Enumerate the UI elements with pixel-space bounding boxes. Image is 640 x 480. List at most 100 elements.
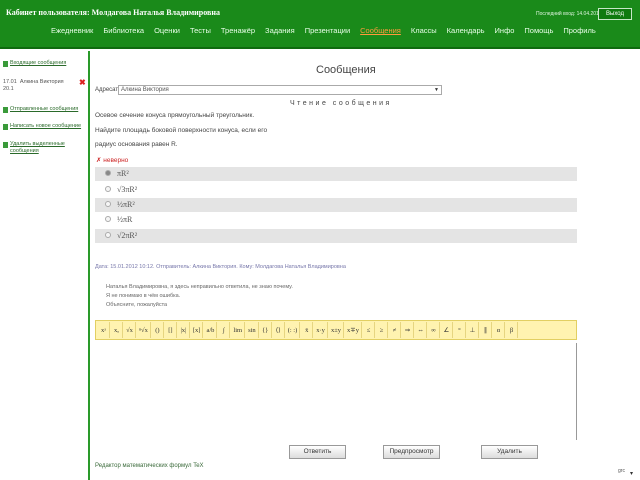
addressee-value: Алкина Виктория xyxy=(121,87,169,93)
sidebar-item-write[interactable]: Написать новое сообщение xyxy=(3,123,81,130)
tb-perp[interactable]: ⊥ xyxy=(467,322,479,338)
corner-label: grc xyxy=(618,468,625,474)
answer-option[interactable]: πR² xyxy=(95,167,577,181)
sidebar-item-label: Входящие сообщения xyxy=(10,60,67,66)
tb-abs[interactable]: |x| xyxy=(178,322,190,338)
nav-library[interactable]: Библиотека xyxy=(98,26,149,38)
radio[interactable] xyxy=(105,186,111,192)
radio-selected[interactable] xyxy=(105,170,111,176)
nav-messages[interactable]: Сообщения xyxy=(355,26,406,38)
tb-limit[interactable]: lim xyxy=(231,322,246,338)
tb-angle-brackets[interactable]: ⟨⟩ xyxy=(273,322,285,338)
option-formula: ½πR² xyxy=(117,200,135,209)
question-line: радиус основания равен R. xyxy=(95,141,178,148)
nav-calendar[interactable]: Календарь xyxy=(442,26,490,38)
nav-help[interactable]: Помощь xyxy=(519,26,558,38)
reply-editor[interactable] xyxy=(95,343,577,440)
sidebar-item-label: Написать новое сообщение xyxy=(10,123,82,129)
option-formula: √2πR² xyxy=(117,231,138,240)
top-header: Кабинет пользователя: Молдагова Наталья … xyxy=(0,0,640,49)
nav-tests[interactable]: Тесты xyxy=(185,26,216,38)
sidebar-item-delete-selected[interactable]: Удалить выделенные сообщения xyxy=(3,141,83,155)
tb-sin[interactable]: sin xyxy=(246,322,259,338)
folder-icon xyxy=(3,107,8,113)
question-line: Найдите площадь боковой поверхности кону… xyxy=(95,127,268,134)
tb-parens[interactable]: () xyxy=(152,322,164,338)
mail-list-item[interactable]: 17.01 Алкина Виктория 20.1 ✖ xyxy=(3,79,87,93)
addressee-label: Адресат xyxy=(95,87,119,93)
tb-dot[interactable]: x·y xyxy=(314,322,328,338)
last-login-info: Последний вход: 14.04.2012 xyxy=(536,11,602,17)
tb-implies[interactable]: ⇒ xyxy=(402,322,414,338)
tb-degree[interactable]: ° xyxy=(454,322,466,338)
folder-icon xyxy=(3,61,8,67)
nav-info[interactable]: Инфо xyxy=(490,26,520,38)
tb-plusminus[interactable]: x±y xyxy=(329,322,345,338)
message-date: Дата: 15.01.2012 10:12. Отправитель: Алк… xyxy=(95,264,346,270)
radio[interactable] xyxy=(105,216,111,222)
tb-geq[interactable]: ≥ xyxy=(376,322,388,338)
nav-trainer[interactable]: Тренажёр xyxy=(216,26,260,38)
nav-grades[interactable]: Оценки xyxy=(149,26,185,38)
nav-classes[interactable]: Классы xyxy=(406,26,442,38)
trash-icon xyxy=(3,142,8,148)
message-body-line: Я не понимаю в чём ошибка. xyxy=(106,293,181,299)
logout-button[interactable]: Выход xyxy=(598,8,632,20)
tb-minusplus[interactable]: x∓y xyxy=(345,322,362,338)
tb-floor[interactable]: [x] xyxy=(191,322,204,338)
reading-title: Чтение сообщения xyxy=(290,100,392,107)
tb-sqrt[interactable]: √x xyxy=(124,322,136,338)
tb-braces[interactable]: {} xyxy=(260,322,272,338)
tb-integral[interactable]: ∫ xyxy=(218,322,231,338)
tb-beta[interactable]: β xyxy=(506,322,518,338)
tb-brackets[interactable]: [] xyxy=(165,322,177,338)
mail-date: 17.01 xyxy=(3,79,17,85)
answer-option[interactable]: √3πR² xyxy=(95,183,577,197)
option-formula: πR² xyxy=(117,169,129,178)
nav-profile[interactable]: Профиль xyxy=(558,26,600,38)
tb-overline[interactable]: x̄ xyxy=(301,322,314,338)
tb-leq[interactable]: ≤ xyxy=(363,322,375,338)
sidebar-item-label: Удалить выделенные сообщения xyxy=(10,141,65,154)
sidebar-item-sent[interactable]: Отправленные сообщения xyxy=(3,106,78,113)
message-body-line: Объясните, пожалуйста xyxy=(106,302,168,308)
tb-superscript[interactable]: xᵃ xyxy=(98,322,110,338)
tb-parallel[interactable]: ∥ xyxy=(480,322,492,338)
scroll-down-icon[interactable]: ▾ xyxy=(630,470,633,477)
answer-option[interactable]: ½πR² xyxy=(95,198,577,212)
tb-subscript[interactable]: xₐ xyxy=(111,322,123,338)
reply-button[interactable]: Ответить xyxy=(289,445,346,459)
answer-option[interactable]: ½πR xyxy=(95,213,577,227)
question-line: Осевое сечение конуса прямоугольный треу… xyxy=(95,112,255,119)
tb-nroot[interactable]: ⁿ√x xyxy=(137,322,151,338)
editor-label: Редактор математических формул TeX xyxy=(95,463,204,469)
tb-alpha[interactable]: α xyxy=(493,322,505,338)
wrong-answer-label: ✗ неверно xyxy=(96,157,129,164)
radio[interactable] xyxy=(105,201,111,207)
nav-diary[interactable]: Ежедневник xyxy=(46,26,98,38)
sidebar-item-inbox[interactable]: Входящие сообщения xyxy=(3,60,66,67)
addressee-select[interactable]: Алкина Виктория ▼ xyxy=(118,85,442,95)
radio[interactable] xyxy=(105,232,111,238)
cabinet-title: Кабинет пользователя: Молдагова Наталья … xyxy=(6,8,220,17)
sidebar: Входящие сообщения 17.01 Алкина Виктория… xyxy=(0,51,90,480)
tb-infinity[interactable]: ∞ xyxy=(428,322,440,338)
mail-number: 20.1 xyxy=(3,86,14,92)
main-nav: Ежедневник Библиотека Оценки Тесты Трена… xyxy=(46,26,601,38)
delete-button[interactable]: Удалить xyxy=(481,445,538,459)
tb-iff[interactable]: ⇔ xyxy=(415,322,427,338)
preview-button[interactable]: Предпросмотр xyxy=(383,445,440,459)
option-formula: √3πR² xyxy=(117,185,138,194)
tb-neq[interactable]: ≠ xyxy=(389,322,401,338)
delete-mail-icon[interactable]: ✖ xyxy=(79,79,86,87)
tb-angle[interactable]: ∠ xyxy=(441,322,453,338)
mail-sender: Алкина Виктория xyxy=(19,79,64,85)
nav-presentations[interactable]: Презентации xyxy=(300,26,355,38)
tb-fraction[interactable]: a/b xyxy=(204,322,218,338)
answer-option[interactable]: √2πR² xyxy=(95,229,577,243)
chevron-down-icon: ▼ xyxy=(434,87,439,93)
formula-toolbar: xᵃ xₐ √x ⁿ√x () [] |x| [x] a/b ∫ lim sin… xyxy=(95,320,577,340)
tb-ratio[interactable]: (: :) xyxy=(286,322,301,338)
nav-tasks[interactable]: Задания xyxy=(260,26,300,38)
pencil-icon xyxy=(3,124,8,130)
